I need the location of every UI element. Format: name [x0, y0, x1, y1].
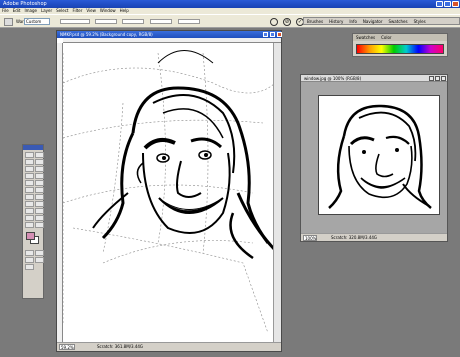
stamp-tool-icon[interactable]	[25, 180, 34, 186]
tab-swatches[interactable]: Swatches	[353, 35, 378, 40]
move-tool-icon[interactable]	[35, 152, 44, 158]
tab-color[interactable]: Color	[378, 35, 394, 40]
hand-tool-icon[interactable]	[25, 222, 34, 228]
full-screen-icon[interactable]	[35, 257, 44, 263]
well-tab-navigator[interactable]: Navigator	[360, 18, 386, 25]
vertical-scrollbar[interactable]	[273, 43, 281, 342]
shape-tool-icon[interactable]	[35, 208, 44, 214]
preview-title: window.jpg @ 100% (RGB/8)	[304, 76, 362, 81]
minimize-icon[interactable]	[436, 1, 443, 7]
zoom-tool-icon[interactable]	[35, 222, 44, 228]
warped-caricature-artwork	[63, 50, 273, 334]
gradient-tool-icon[interactable]	[35, 187, 44, 193]
scratch-info: Scratch: 361.8M/3.44G	[97, 344, 144, 349]
type-tool-icon[interactable]	[35, 201, 44, 207]
well-tab-styles[interactable]: Styles	[411, 18, 429, 25]
doc-close-icon[interactable]	[277, 32, 282, 37]
quick-mask-icon[interactable]	[35, 250, 44, 256]
close-icon[interactable]	[452, 1, 459, 7]
brush-tool-icon[interactable]	[35, 173, 44, 179]
well-tab-history[interactable]: History	[326, 18, 346, 25]
standard-mode-icon[interactable]	[25, 250, 34, 256]
document-status-bar: 59.2% Scratch: 361.8M/3.44G	[57, 342, 281, 351]
well-tab-brushes[interactable]: Brushes	[304, 18, 326, 25]
healing-tool-icon[interactable]	[25, 173, 34, 179]
doc-minimize-icon[interactable]	[263, 32, 268, 37]
screen-mode-icon[interactable]	[25, 257, 34, 263]
transform-field[interactable]	[150, 19, 172, 24]
preview-titlebar[interactable]: window.jpg @ 100% (RGB/8)	[301, 75, 447, 82]
foreground-color-swatch[interactable]	[26, 232, 35, 240]
history-brush-tool-icon[interactable]	[35, 180, 44, 186]
crop-tool-icon[interactable]	[25, 166, 34, 172]
doc-maximize-icon[interactable]	[270, 32, 275, 37]
document-titlebar[interactable]: NMKP.psd @ 59.2% (Background copy, RGB/8…	[57, 31, 282, 38]
preview-scratch-info: Scratch: 320.8M/3.44G	[331, 235, 378, 240]
caricature-preview-artwork	[328, 104, 432, 209]
color-panel: Swatches Color	[352, 33, 448, 57]
document-window: NMKP.psd @ 59.2% (Background copy, RGB/8…	[56, 30, 282, 352]
color-swatches	[25, 232, 41, 246]
preview-maximize-icon[interactable]	[435, 76, 440, 81]
notes-tool-icon[interactable]	[25, 215, 34, 221]
app-titlebar: Adobe Photoshop	[0, 0, 460, 8]
color-spectrum[interactable]	[356, 44, 444, 54]
preview-minimize-icon[interactable]	[429, 76, 434, 81]
toolbox	[22, 144, 44, 299]
zoom-field[interactable]: 59.2%	[59, 344, 75, 350]
toggle-warp-icon[interactable]	[270, 18, 278, 26]
palette-well: Brushes History Info Navigator Swatches Style…	[303, 17, 460, 25]
cancel-icon[interactable]: ⊘	[283, 18, 291, 26]
path-select-tool-icon[interactable]	[25, 201, 34, 207]
pen-tool-icon[interactable]	[25, 208, 34, 214]
slice-tool-icon[interactable]	[35, 166, 44, 172]
angle-field[interactable]	[178, 19, 200, 24]
bend-field[interactable]	[60, 19, 90, 24]
magic-wand-tool-icon[interactable]	[35, 159, 44, 165]
well-tab-info[interactable]: Info	[346, 18, 360, 25]
preview-window: window.jpg @ 100% (RGB/8) 100% Scratch: …	[300, 74, 448, 242]
eraser-tool-icon[interactable]	[25, 187, 34, 193]
lasso-tool-icon[interactable]	[25, 159, 34, 165]
maximize-icon[interactable]	[444, 1, 451, 7]
h-distort-field[interactable]	[95, 19, 117, 24]
app-title: Adobe Photoshop	[3, 1, 47, 7]
document-title: NMKP.psd @ 59.2% (Background copy, RGB/8…	[60, 32, 153, 37]
preview-canvas[interactable]	[318, 95, 440, 215]
tool-preset-icon[interactable]	[4, 18, 13, 26]
preview-close-icon[interactable]	[441, 76, 446, 81]
preview-zoom-field[interactable]: 100%	[303, 235, 317, 241]
preview-status-bar: 100% Scratch: 320.8M/3.44G	[301, 233, 447, 241]
marquee-tool-icon[interactable]	[25, 152, 34, 158]
blur-tool-icon[interactable]	[25, 194, 34, 200]
warp-select[interactable]: Custom	[24, 18, 50, 25]
v-distort-field[interactable]	[122, 19, 144, 24]
dodge-tool-icon[interactable]	[35, 194, 44, 200]
jump-to-imageready-icon[interactable]	[25, 264, 34, 270]
eyedropper-tool-icon[interactable]	[35, 215, 44, 221]
well-tab-swatches[interactable]: Swatches	[385, 18, 410, 25]
document-canvas[interactable]	[63, 43, 273, 342]
